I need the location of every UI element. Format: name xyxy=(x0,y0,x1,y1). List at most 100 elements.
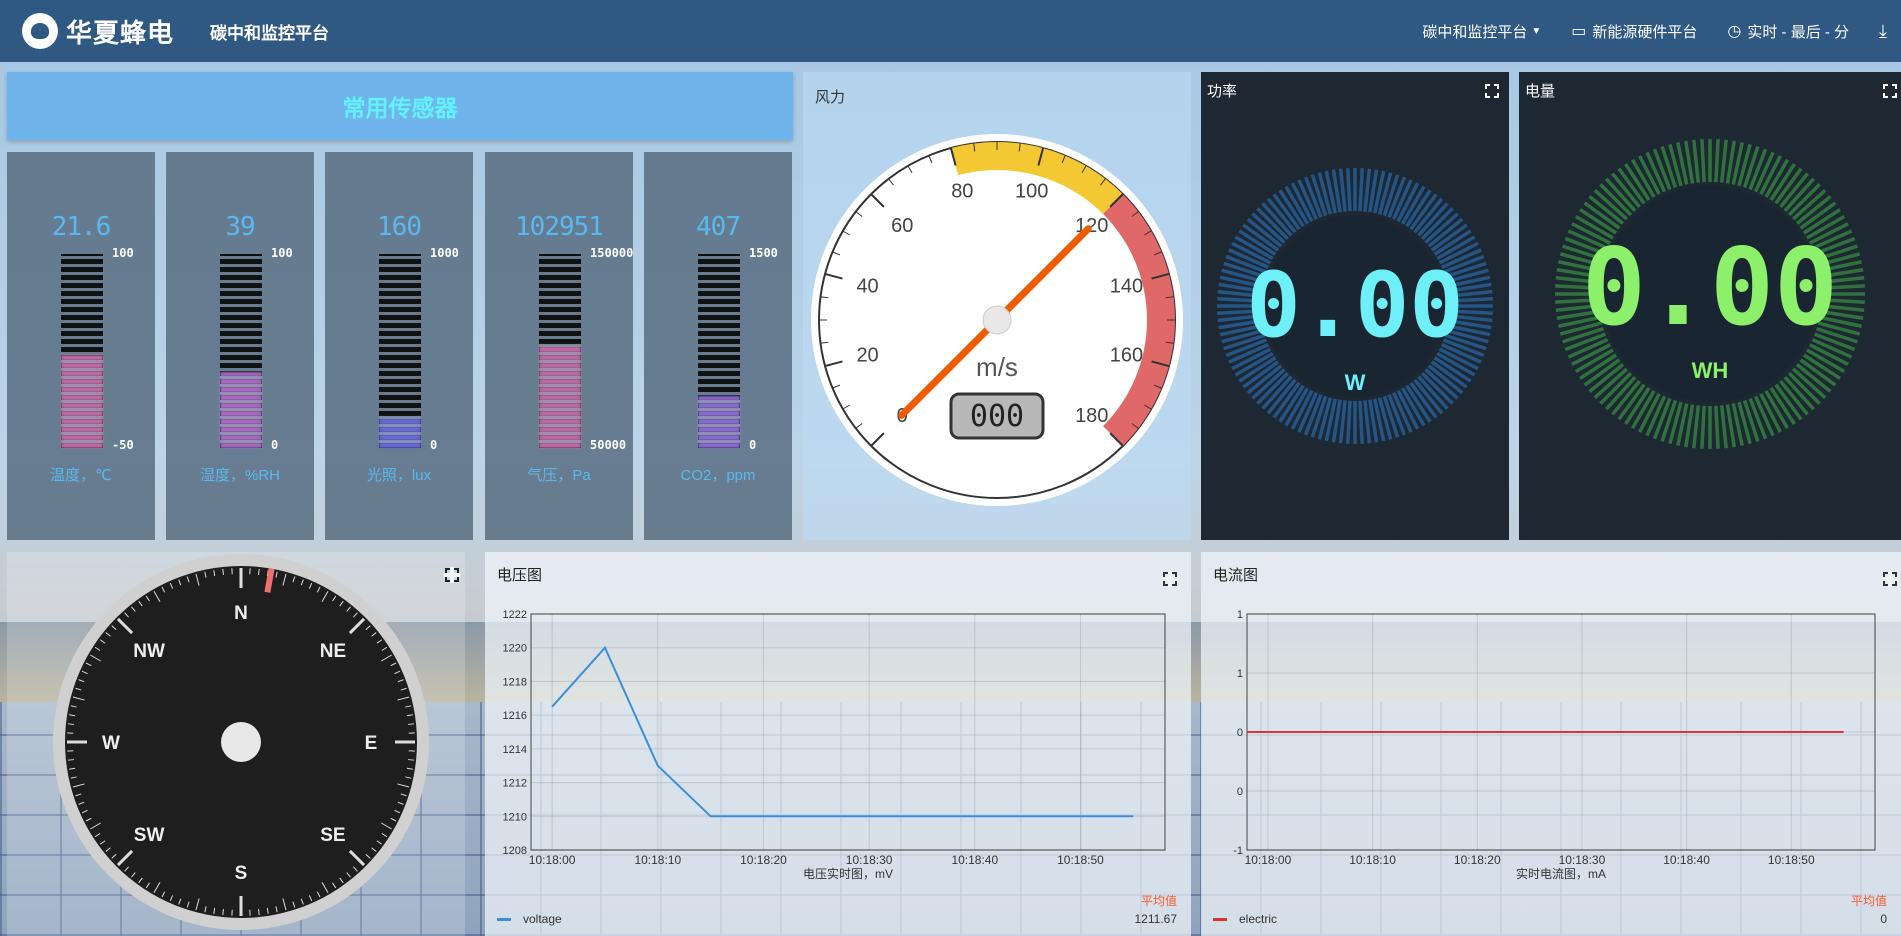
hardware-platform-link[interactable]: ▭ 新能源硬件平台 xyxy=(1571,21,1697,42)
x-axis-label: 电压实时图，mV xyxy=(803,866,893,881)
compass-label: N xyxy=(234,603,248,624)
energy-segment xyxy=(1692,139,1701,183)
fullscreen-icon[interactable] xyxy=(444,567,460,583)
y-tick-label: 1216 xyxy=(503,710,527,722)
y-tick-label: -1 xyxy=(1233,845,1243,857)
sensor-min: 0 xyxy=(271,438,279,452)
current-chart-panel: 电流图 -1 0 0 1 1 10:18:00 10:18:10 10:18:20 10:18:… xyxy=(1201,552,1901,936)
power-segment xyxy=(1346,400,1352,444)
sensor-min: 50000 xyxy=(590,438,627,452)
download-button[interactable]: ⤓ xyxy=(1879,21,1887,42)
sensor-value: 407 xyxy=(696,212,741,242)
header-menu: 碳中和监控平台 ▼ ▭ 新能源硬件平台 ◷ 实时 - 最后 - 分 ⤓ xyxy=(1422,0,1901,62)
fullscreen-icon[interactable] xyxy=(1882,571,1898,587)
x-tick-label: 10:18:50 xyxy=(1768,853,1815,867)
logo-text: 华夏蜂电 xyxy=(66,18,175,49)
y-tick-label: 1212 xyxy=(503,778,527,790)
compass-panel: N NE E SE S SW W NW xyxy=(7,552,465,936)
power-segment xyxy=(1363,400,1372,444)
compass-tick xyxy=(222,568,224,575)
platform-dropdown-label: 碳中和监控平台 xyxy=(1422,23,1528,41)
x-tick-label: 10:18:50 xyxy=(1057,853,1104,867)
sensor-card: 21.6 100 -50 温度，℃ xyxy=(7,152,155,540)
y-tick-label: 1 xyxy=(1237,609,1243,621)
gauge-tick-label: 100 xyxy=(1015,181,1048,203)
avg-header: 平均值 xyxy=(1850,894,1887,908)
sensor-level-bar xyxy=(698,254,740,448)
sensor-value: 160 xyxy=(377,212,422,242)
current-line-chart: -1 0 0 1 1 10:18:00 10:18:10 10:18:20 10:18:30 10… xyxy=(1233,609,1876,881)
fullscreen-icon[interactable] xyxy=(1484,83,1500,99)
x-tick-label: 10:18:20 xyxy=(1454,853,1501,867)
x-tick-label: 10:18:30 xyxy=(1559,853,1606,867)
compass-tick xyxy=(222,909,224,916)
y-tick-label: 0 xyxy=(1237,786,1243,798)
energy-segment xyxy=(1719,139,1728,183)
logo[interactable]: 华夏蜂电 xyxy=(22,13,174,50)
plot-area xyxy=(530,613,1166,851)
power-unit: W xyxy=(1345,370,1366,395)
energy-gauge: 0.00 WH xyxy=(1555,139,1865,449)
compass-tick xyxy=(258,568,260,575)
sensor-level-bar xyxy=(379,254,421,448)
sensor-min: 0 xyxy=(749,438,757,452)
x-tick-label: 10:18:00 xyxy=(529,853,576,867)
power-panel-title: 功率 xyxy=(1207,83,1238,100)
avg-value: 0 xyxy=(1880,912,1887,926)
legend-swatch xyxy=(1213,917,1227,921)
y-tick-label: 1214 xyxy=(503,744,527,756)
sensor-label: 气压，Pa xyxy=(527,467,591,484)
sensor-max: 100 xyxy=(271,246,293,260)
compass-label: E xyxy=(365,733,378,754)
current-chart-title: 电流图 xyxy=(1213,567,1259,584)
sensor-level-bar xyxy=(61,254,103,448)
sensor-card: 39 100 0 湿度，%RH xyxy=(166,152,314,540)
sensor-min: 0 xyxy=(430,438,438,452)
x-tick-label: 10:18:40 xyxy=(951,853,998,867)
y-tick-label: 1218 xyxy=(503,676,527,688)
sensor-min: -50 xyxy=(112,438,134,452)
gauge-tick-label: 40 xyxy=(856,275,878,297)
power-segment xyxy=(1338,168,1347,212)
time-range-picker[interactable]: ◷ 实时 - 最后 - 分 xyxy=(1727,21,1849,42)
power-value: 0.00 xyxy=(1246,253,1463,358)
energy-panel-title: 电量 xyxy=(1525,83,1556,100)
power-segment xyxy=(1358,400,1364,444)
voltage-chart-title: 电压图 xyxy=(497,567,543,584)
sensor-label: 光照，lux xyxy=(366,467,432,484)
caret-down-icon: ▼ xyxy=(1531,25,1542,37)
compass-tick xyxy=(67,723,74,725)
sensor-card: 160 1000 0 光照，lux xyxy=(325,152,473,540)
fullscreen-icon[interactable] xyxy=(1162,571,1178,587)
sensor-label: 湿度，%RH xyxy=(199,467,280,484)
x-tick-label: 10:18:00 xyxy=(1245,853,1292,867)
app-title: 碳中和监控平台 xyxy=(210,23,330,43)
y-tick-label: 1 xyxy=(1237,668,1243,680)
wind-panel-title: 风力 xyxy=(815,89,846,106)
voltage-chart-panel: 电压图 1208 1210 1212 1214 1216 1218 1220 1222 10:1… xyxy=(485,552,1191,936)
current-legend[interactable]: electric xyxy=(1213,912,1277,926)
x-tick-label: 10:18:10 xyxy=(634,853,681,867)
energy-segment xyxy=(1700,139,1706,183)
fullscreen-icon[interactable] xyxy=(1882,83,1898,99)
compass-label: W xyxy=(102,733,120,754)
sensor-value: 21.6 xyxy=(51,212,112,242)
compass-label: NW xyxy=(133,641,165,662)
energy-segment xyxy=(1692,405,1701,449)
sensor-value: 102951 xyxy=(515,212,604,242)
platform-dropdown[interactable]: 碳中和监控平台 ▼ xyxy=(1422,21,1541,42)
compass-label: SE xyxy=(320,825,345,846)
compass-label: SW xyxy=(134,825,165,846)
x-tick-label: 10:18:40 xyxy=(1663,853,1710,867)
wind-direction-compass: N NE E SE S SW W NW xyxy=(53,554,429,930)
sensor-level-bar xyxy=(220,254,262,448)
compass-tick xyxy=(408,723,415,725)
sensor-max: 150000 xyxy=(590,246,634,260)
x-tick-label: 10:18:10 xyxy=(1349,853,1396,867)
voltage-line-chart: 1208 1210 1212 1214 1216 1218 1220 1222 10:18:00… xyxy=(503,609,1166,881)
compass-tick xyxy=(408,759,415,761)
compass-label: NE xyxy=(320,641,346,662)
series-line-voltage xyxy=(551,645,1134,818)
voltage-legend[interactable]: voltage xyxy=(497,912,562,926)
compass-tick xyxy=(67,759,74,761)
